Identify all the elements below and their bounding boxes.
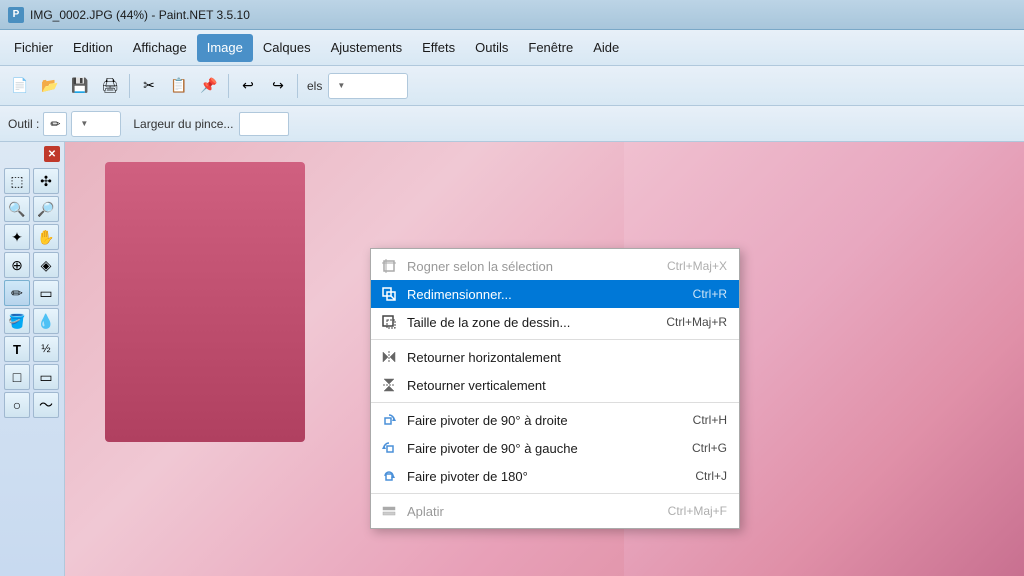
rogner-shortcut: Ctrl+Maj+X — [667, 259, 727, 273]
rogner-label: Rogner selon la sélection — [407, 259, 647, 274]
tool-round-rect[interactable]: ▭ — [33, 364, 59, 390]
separator-menu-1 — [371, 339, 739, 340]
paste-button[interactable]: 📌 — [195, 72, 223, 100]
menu-calques[interactable]: Calques — [253, 34, 321, 62]
pivoter-90d-shortcut: Ctrl+H — [693, 413, 727, 427]
separator-menu-3 — [371, 493, 739, 494]
menu-item-retourner-v[interactable]: Retourner verticalement — [371, 371, 739, 399]
pivoter-90d-label: Faire pivoter de 90° à droite — [407, 413, 673, 428]
main-area: ✕ ⬚ ✣ 🔍 🔎 ✦ ✋ ⊕ ◈ ✏ ▭ 🪣 💧 T ½ □ ▭ ○ 〜 — [0, 142, 1024, 576]
tool-colorpicker[interactable]: 💧 — [33, 308, 59, 334]
flatten-icon — [379, 501, 399, 521]
menu-effets[interactable]: Effets — [412, 34, 465, 62]
menu-item-pivoter-90-g[interactable]: Faire pivoter de 90° à gauche Ctrl+G — [371, 434, 739, 462]
menu-affichage[interactable]: Affichage — [123, 34, 197, 62]
tool-label: Outil : — [8, 117, 39, 131]
menu-item-taille-zone[interactable]: Taille de la zone de dessin... Ctrl+Maj+… — [371, 308, 739, 336]
brush-width-label: Largeur du pince... — [133, 117, 233, 131]
tool-hand[interactable]: ✋ — [33, 224, 59, 250]
undo-button[interactable]: ↩ — [234, 72, 262, 100]
close-icon: ✕ — [48, 149, 56, 160]
menubar: Fichier Edition Affichage Image Calques … — [0, 30, 1024, 66]
tool-paintbucket[interactable]: 🪣 — [4, 308, 30, 334]
menu-image[interactable]: Image — [197, 34, 253, 62]
menu-edition[interactable]: Edition — [63, 34, 123, 62]
tool-clone[interactable]: ⊕ — [4, 252, 30, 278]
titlebar: P IMG_0002.JPG (44%) - Paint.NET 3.5.10 — [0, 0, 1024, 30]
redimensionner-shortcut: Ctrl+R — [693, 287, 727, 301]
menu-fichier[interactable]: Fichier — [4, 34, 63, 62]
toolbox-close-button[interactable]: ✕ — [44, 146, 60, 162]
tool-text[interactable]: T — [4, 336, 30, 362]
taille-zone-label: Taille de la zone de dessin... — [407, 315, 646, 330]
tool-magic-wand[interactable]: ✦ — [4, 224, 30, 250]
menu-item-aplatir[interactable]: Aplatir Ctrl+Maj+F — [371, 497, 739, 525]
tool-zoom-in[interactable]: 🔍 — [4, 196, 30, 222]
cut-button[interactable]: ✂ — [135, 72, 163, 100]
tool-grid: ⬚ ✣ 🔍 🔎 ✦ ✋ ⊕ ◈ ✏ ▭ 🪣 💧 T ½ □ ▭ ○ 〜 — [4, 168, 60, 418]
menu-item-retourner-h[interactable]: Retourner horizontalement — [371, 343, 739, 371]
menu-item-pivoter-90-d[interactable]: Faire pivoter de 90° à droite Ctrl+H — [371, 406, 739, 434]
tool-zoom-out[interactable]: 🔎 — [33, 196, 59, 222]
tool-pencil[interactable]: ✏ — [4, 280, 30, 306]
pivoter-180-label: Faire pivoter de 180° — [407, 469, 675, 484]
crop-icon — [379, 256, 399, 276]
tool-eraser[interactable]: ▭ — [33, 280, 59, 306]
tool-rect-shape[interactable]: □ — [4, 364, 30, 390]
new-button[interactable]: 📄 — [6, 72, 34, 100]
tool-select-rect[interactable]: ⬚ — [4, 168, 30, 194]
retourner-h-label: Retourner horizontalement — [407, 350, 707, 365]
canvas-size-icon — [379, 312, 399, 332]
pivoter-90g-label: Faire pivoter de 90° à gauche — [407, 441, 672, 456]
menu-aide[interactable]: Aide — [583, 34, 629, 62]
separator-2 — [228, 74, 229, 98]
menu-outils[interactable]: Outils — [465, 34, 518, 62]
window-title: IMG_0002.JPG (44%) - Paint.NET 3.5.10 — [30, 8, 250, 22]
open-button[interactable]: 📂 — [36, 72, 64, 100]
menu-ajustements[interactable]: Ajustements — [321, 34, 413, 62]
pivoter-180-shortcut: Ctrl+J — [695, 469, 727, 483]
separator-3 — [297, 74, 298, 98]
toolbox: ✕ ⬚ ✣ 🔍 🔎 ✦ ✋ ⊕ ◈ ✏ ▭ 🪣 💧 T ½ □ ▭ ○ 〜 — [0, 142, 65, 576]
menu-fenetre[interactable]: Fenêtre — [518, 34, 583, 62]
separator-1 — [129, 74, 130, 98]
menu-item-pivoter-180[interactable]: Faire pivoter de 180° Ctrl+J — [371, 462, 739, 490]
menu-item-redimensionner[interactable]: Redimensionner... Ctrl+R — [371, 280, 739, 308]
current-tool-icon[interactable]: ✏ — [43, 112, 67, 136]
layers-dropdown[interactable] — [328, 73, 408, 99]
retourner-v-label: Retourner verticalement — [407, 378, 707, 393]
redimensionner-label: Redimensionner... — [407, 287, 673, 302]
save-button[interactable]: 💾 — [66, 72, 94, 100]
print-button[interactable]: 🖨 — [96, 72, 124, 100]
menu-item-rogner[interactable]: Rogner selon la sélection Ctrl+Maj+X — [371, 252, 739, 280]
tool-shapes[interactable]: ½ — [33, 336, 59, 362]
tool-recolor[interactable]: ◈ — [33, 252, 59, 278]
tool-move[interactable]: ✣ — [33, 168, 59, 194]
pivoter-90g-shortcut: Ctrl+G — [692, 441, 727, 455]
resize-icon — [379, 284, 399, 304]
tool-freeform[interactable]: 〜 — [33, 392, 59, 418]
main-toolbar: 📄 📂 💾 🖨 ✂ 📋 📌 ↩ ↪ els — [0, 66, 1024, 106]
tool-options-toolbar: Outil : ✏ Largeur du pince... — [0, 106, 1024, 142]
image-menu-dropdown: Rogner selon la sélection Ctrl+Maj+X Red… — [370, 248, 740, 529]
separator-menu-2 — [371, 402, 739, 403]
copy-button[interactable]: 📋 — [165, 72, 193, 100]
taille-zone-shortcut: Ctrl+Maj+R — [666, 315, 727, 329]
redo-button[interactable]: ↪ — [264, 72, 292, 100]
rotate-90-left-icon — [379, 438, 399, 458]
tool-ellipse[interactable]: ○ — [4, 392, 30, 418]
aplatir-label: Aplatir — [407, 504, 648, 519]
flip-v-icon — [379, 375, 399, 395]
brush-width-control[interactable] — [239, 112, 289, 136]
flip-h-icon — [379, 347, 399, 367]
layers-label: els — [307, 79, 322, 93]
app-icon: P — [8, 7, 24, 23]
rotate-90-right-icon — [379, 410, 399, 430]
rotate-180-icon — [379, 466, 399, 486]
tool-select[interactable] — [71, 111, 121, 137]
aplatir-shortcut: Ctrl+Maj+F — [668, 504, 727, 518]
